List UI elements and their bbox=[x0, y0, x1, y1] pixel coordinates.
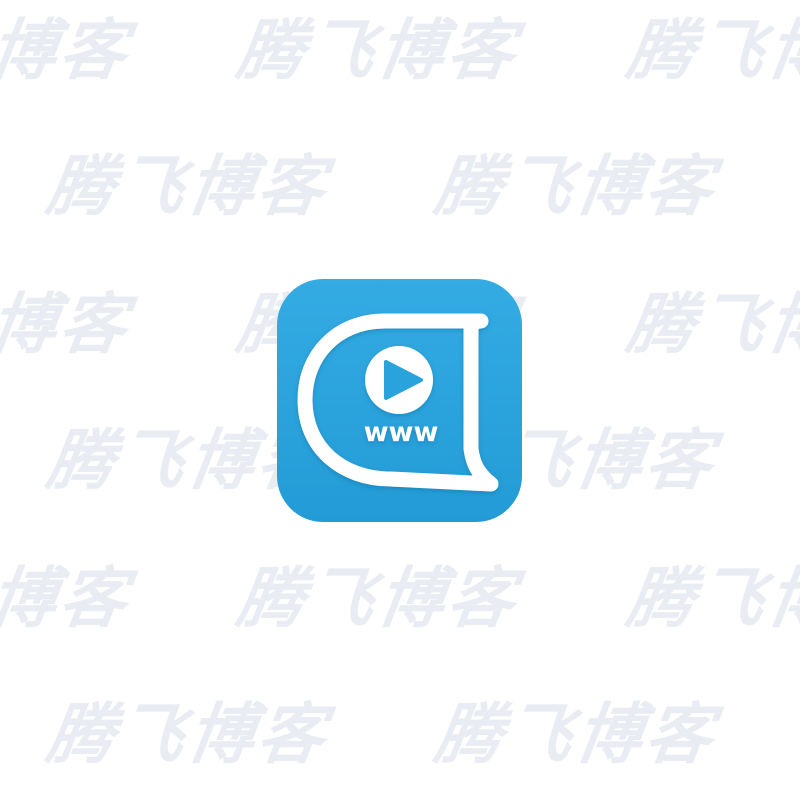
watermark-text: 腾飞博客 bbox=[430, 696, 722, 773]
watermark-text: 腾飞博客 bbox=[0, 286, 136, 363]
watermark-text: 腾飞博客 bbox=[622, 286, 800, 363]
watermark-text: 腾飞博客 bbox=[0, 12, 136, 89]
app-icon-label: www bbox=[364, 417, 439, 448]
watermark-text: 腾飞博客 bbox=[232, 12, 524, 89]
app-icon-graphic: www bbox=[277, 279, 522, 522]
watermark-text: 腾飞博客 bbox=[0, 560, 136, 637]
watermark-text: 腾飞博客 bbox=[622, 560, 800, 637]
browser-video-app-icon: www bbox=[277, 279, 522, 522]
watermark-text: 腾飞博客 bbox=[430, 148, 722, 225]
watermark-text: 腾飞博客 bbox=[232, 560, 524, 637]
watermark-text: 腾飞博客 bbox=[42, 148, 334, 225]
watermark-text: 腾飞博客 bbox=[42, 696, 334, 773]
watermark-text: 腾飞博客 bbox=[622, 12, 800, 89]
image-canvas: 腾飞博客 腾飞博客 腾飞博客 腾飞博客 腾飞博客 腾飞博客 腾飞博客 腾飞博客 … bbox=[0, 0, 800, 800]
